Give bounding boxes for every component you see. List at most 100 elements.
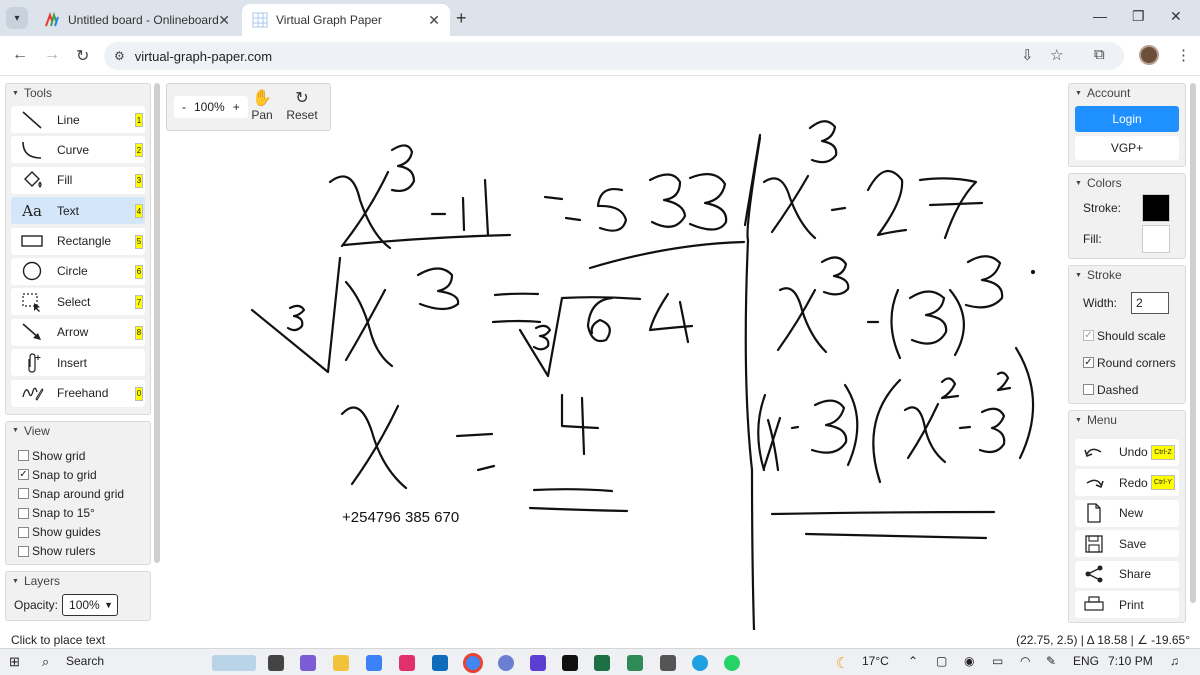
stroke-width-input[interactable]: 2 [1131,292,1170,314]
right-panel-scrollbar[interactable] [1190,83,1196,603]
print-button[interactable]: Print [1075,591,1179,618]
tray-icon[interactable]: ◉ [964,654,974,668]
extensions-icon[interactable]: ⧉ [1094,46,1105,63]
app-icon[interactable] [660,655,676,671]
whatsapp-icon[interactable] [724,655,740,671]
menu-panel-header[interactable]: ▼ Menu [1069,411,1185,429]
colors-panel-header[interactable]: ▼ Colors [1069,174,1185,192]
edge-icon[interactable] [692,655,708,671]
weather-moon-icon[interactable]: ☾ [836,654,849,672]
tool-line[interactable]: Line 1 [11,106,145,133]
opacity-select[interactable]: 100% ▼ [62,594,119,617]
drawing-canvas[interactable]: +254796 385 670 [160,77,1064,632]
taskbar-search-label[interactable]: Search [66,654,104,668]
show-grid-checkbox[interactable]: Show grid [6,446,150,465]
layers-panel-header[interactable]: ▼ Layers [6,572,150,590]
app-icon[interactable] [627,655,643,671]
round-corners-checkbox[interactable]: ✓ Round corners [1069,349,1185,376]
checkbox-box[interactable] [18,450,29,461]
tab-onlineboard[interactable]: Untitled board - Onlineboard ✕ [34,4,240,36]
app-icon[interactable] [432,655,448,671]
view-panel-header[interactable]: ▼ View [6,422,150,440]
stroke-panel-header[interactable]: ▼ Stroke [1069,266,1185,284]
show-rulers-checkbox[interactable]: Show rulers [6,542,150,561]
instagram-icon[interactable] [399,655,415,671]
close-tab-icon[interactable]: ✕ [218,12,230,29]
zoom-in-button[interactable]: + [233,100,240,114]
account-panel-header[interactable]: ▼ Account [1069,84,1185,102]
phone-number-text[interactable]: +254796 385 670 [342,509,459,526]
new-button[interactable]: New [1075,499,1179,527]
tab-virtual-graph-paper[interactable]: Virtual Graph Paper ✕ [242,4,450,36]
windows-start-icon[interactable]: ⊞ [9,654,20,670]
forward-icon[interactable]: → [44,46,60,64]
chevron-up-icon[interactable]: ⌃ [908,654,918,668]
minimize-icon[interactable]: — [1093,8,1107,24]
show-guides-checkbox[interactable]: Show guides [6,523,150,542]
snap-to-15-checkbox[interactable]: Snap to 15° [6,503,150,522]
undo-button[interactable]: Undo Ctrl-Z [1075,438,1179,466]
tray-icon[interactable]: ▢ [936,654,947,668]
checkmark-icon[interactable]: ✓ [18,469,29,481]
copilot-icon[interactable] [300,655,316,671]
tool-freehand[interactable]: Freehand 0 [11,379,145,407]
taskbar-clock[interactable]: 7:10 PM [1108,654,1153,668]
tools-panel-header[interactable]: ▼ Tools [6,84,150,102]
checkbox-box[interactable] [18,507,29,519]
checkbox-box[interactable] [1083,384,1094,395]
checkmark-icon[interactable]: ✓ [1083,357,1094,368]
address-bar[interactable]: ⚙ virtual-graph-paper.com [104,42,1124,70]
checkbox-box[interactable] [18,526,29,538]
checkmark-icon[interactable]: ✓ [1083,330,1094,341]
tool-insert[interactable]: Insert [11,349,145,377]
wifi-icon[interactable]: ◠ [1020,654,1030,668]
browser-menu-icon[interactable]: ⋮ [1176,46,1191,64]
search-icon[interactable]: ⌕ [42,654,49,670]
site-info-icon[interactable]: ⚙ [114,49,125,63]
tool-circle[interactable]: Circle 6 [11,257,145,285]
zoom-out-button[interactable]: - [182,100,186,114]
install-app-icon[interactable]: ⇩ [1021,46,1034,64]
checkbox-box[interactable] [18,545,29,557]
fill-color-swatch[interactable] [1142,224,1170,253]
dashed-checkbox[interactable]: Dashed [1069,376,1185,403]
close-window-icon[interactable]: ✕ [1170,8,1182,25]
excel-icon[interactable] [594,655,610,671]
notification-bell-icon[interactable]: ♫ [1170,654,1179,668]
tool-curve[interactable]: Curve 2 [11,136,145,164]
tiktok-icon[interactable] [562,655,578,671]
snap-to-grid-checkbox[interactable]: ✓ Snap to grid [6,465,150,484]
should-scale-checkbox[interactable]: ✓ Should scale [1069,322,1185,349]
restore-icon[interactable]: ❐ [1132,8,1145,25]
file-explorer-icon[interactable] [333,655,349,671]
chrome-icon[interactable] [463,653,483,673]
app-icon[interactable] [498,655,514,671]
app-icon[interactable] [530,655,546,671]
new-tab-icon[interactable]: + [456,8,467,29]
tab-search-button[interactable]: ▾ [6,7,28,29]
bookmark-star-icon[interactable]: ☆ [1050,46,1063,64]
reload-icon[interactable]: ↻ [76,46,89,66]
login-button[interactable]: Login [1075,106,1179,132]
share-button[interactable]: Share [1075,560,1179,588]
tray-icon[interactable]: ▭ [992,654,1003,668]
weather-temperature[interactable]: 17°C [862,654,889,668]
back-icon[interactable]: ← [12,46,28,64]
reset-button[interactable]: ↻ Reset [283,88,321,122]
language-indicator[interactable]: ENG [1073,654,1099,668]
stroke-color-swatch[interactable] [1142,193,1170,222]
tool-text[interactable]: Aa Text 4 [11,197,145,225]
profile-avatar[interactable] [1139,45,1159,65]
redo-button[interactable]: Redo Ctrl-Y [1075,469,1179,496]
vgp-plus-button[interactable]: VGP+ [1075,136,1179,160]
tool-rectangle[interactable]: Rectangle 5 [11,227,145,255]
pen-icon[interactable]: ✎ [1046,654,1056,668]
tool-select[interactable]: Select 7 [11,288,145,316]
close-tab-icon[interactable]: ✕ [428,12,440,29]
snap-around-grid-checkbox[interactable]: Snap around grid [6,484,150,503]
save-button[interactable]: Save [1075,530,1179,557]
pan-button[interactable]: ✋ Pan [243,88,281,122]
search-highlight-icon[interactable] [212,655,256,671]
checkbox-box[interactable] [18,488,29,500]
tool-arrow[interactable]: Arrow 8 [11,318,145,346]
